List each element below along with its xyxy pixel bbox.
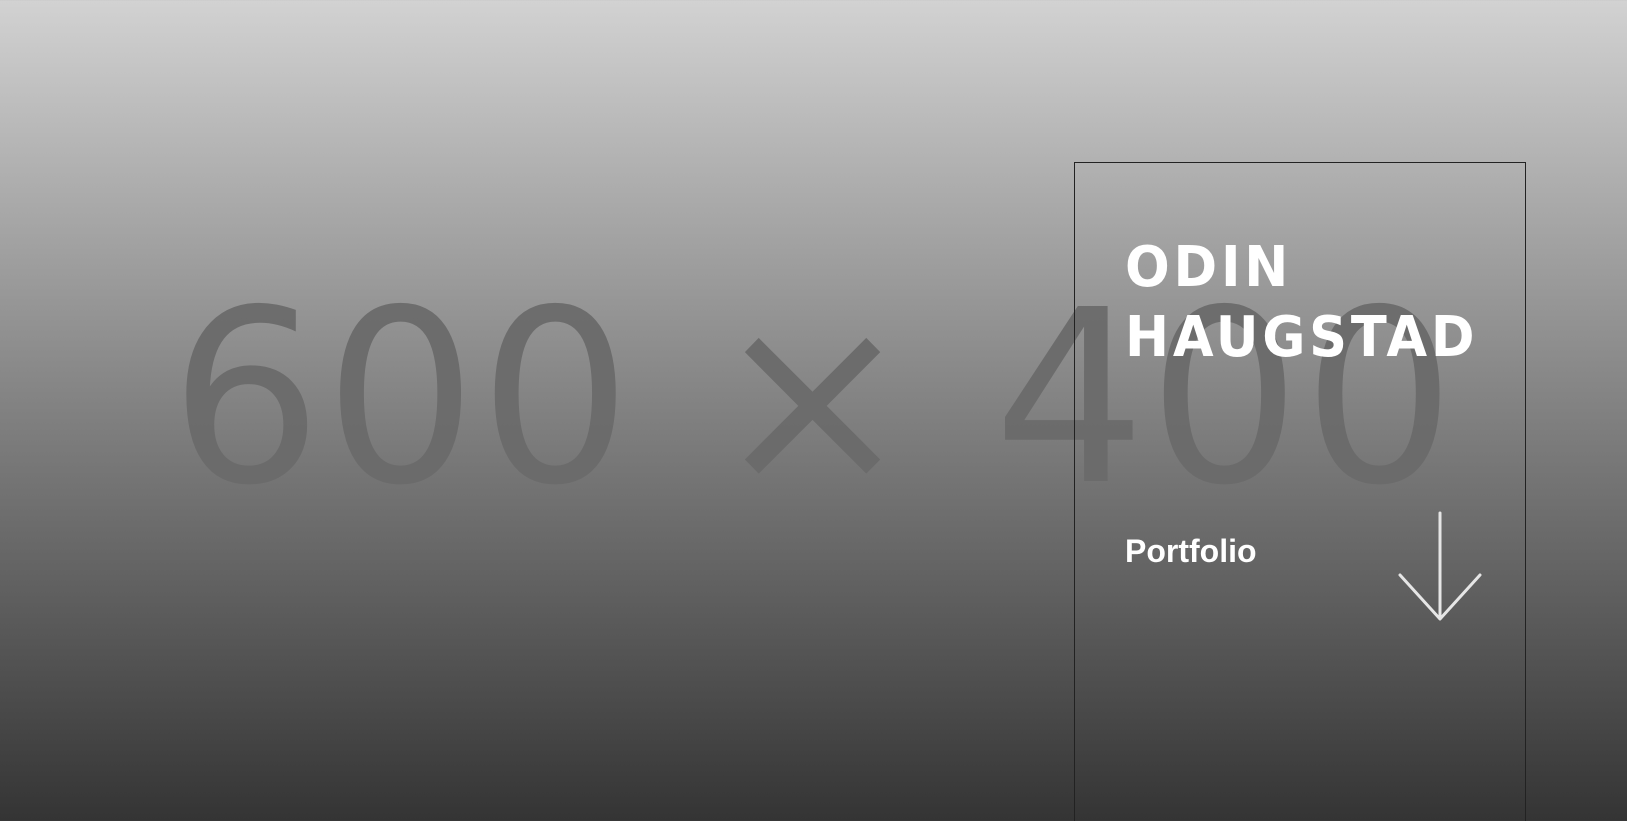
portfolio-subtitle: Portfolio bbox=[1125, 533, 1257, 569]
intro-card: ODIN HAUGSTAD Portfolio bbox=[1074, 162, 1526, 821]
arrow-down-icon[interactable] bbox=[1395, 511, 1485, 621]
site-owner-name: ODIN HAUGSTAD bbox=[1125, 233, 1478, 373]
name-line-first: ODIN bbox=[1125, 235, 1293, 300]
name-line-last: HAUGSTAD bbox=[1125, 305, 1479, 370]
